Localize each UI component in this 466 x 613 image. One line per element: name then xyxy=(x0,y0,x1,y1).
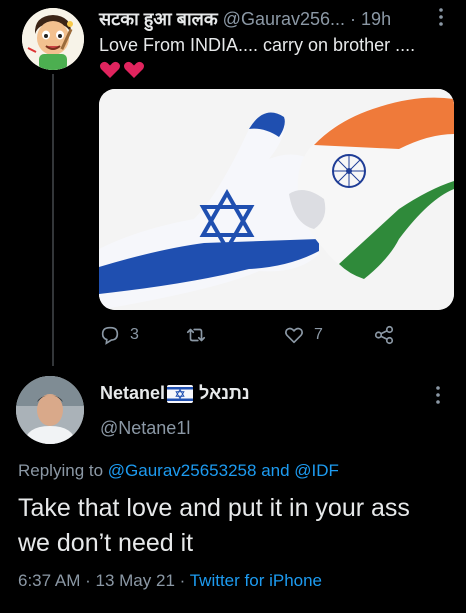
replied-tweet[interactable]: सटका हुआ बालक @Gaurav256... · 19h Love F… xyxy=(0,0,466,366)
user-handle[interactable]: @Netane1l xyxy=(100,418,190,439)
user-handle[interactable]: @Gaurav256... xyxy=(223,9,345,29)
main-tweet: Netanel נתנאל @Netane1l Replying to @Gau… xyxy=(0,366,466,613)
tweet-text: Take that love and put it in your ass we… xyxy=(18,494,410,557)
display-name[interactable]: सटका हुआ बालक xyxy=(99,9,218,29)
tweet-meta: 6:37 AM · 13 May 21 · Twitter for iPhone xyxy=(18,571,322,591)
flag-handshake-image-icon xyxy=(99,89,454,310)
tweet-text: Love From INDIA.... carry on brother ...… xyxy=(99,35,416,55)
like-count: 7 xyxy=(314,326,323,343)
display-name-hebrew: נתנאל xyxy=(199,383,250,403)
more-options-icon[interactable] xyxy=(430,384,446,406)
heart-icon xyxy=(100,61,144,78)
mention-link[interactable]: @Gaurav25653258 xyxy=(108,461,257,480)
tweet-date[interactable]: 13 May 21 xyxy=(96,571,175,590)
separator-dot: · xyxy=(85,571,91,590)
avatar[interactable] xyxy=(22,8,84,70)
heart-icon xyxy=(285,327,303,344)
mention-link[interactable]: @IDF xyxy=(294,461,339,480)
thread-connector-line xyxy=(52,74,54,366)
reply-button[interactable]: 3 xyxy=(99,322,139,348)
tweet-header: सटका हुआ बालक @Gaurav256... · 19h xyxy=(99,7,391,31)
separator-dot: · xyxy=(179,571,186,590)
display-name[interactable]: Netanel נתנאל xyxy=(100,383,250,404)
replying-to-line: Replying to @Gaurav25653258 and @IDF xyxy=(18,461,339,481)
tweet-time[interactable]: 6:37 AM xyxy=(18,571,80,590)
cartoon-boy-avatar-icon xyxy=(22,8,84,70)
share-icon xyxy=(374,325,394,345)
more-options-icon[interactable] xyxy=(433,6,449,28)
reply-count: 3 xyxy=(130,326,139,343)
retweet-icon xyxy=(186,328,206,342)
timestamp[interactable]: 19h xyxy=(361,9,391,29)
reply-icon xyxy=(101,326,119,345)
retweet-button[interactable] xyxy=(185,322,216,348)
tweet-actions: 3 7 xyxy=(99,322,439,348)
tweet-image[interactable] xyxy=(99,89,454,310)
separator-dot: · xyxy=(350,9,357,29)
replying-prefix: Replying to xyxy=(18,461,104,480)
display-name-text: Netanel xyxy=(100,383,166,403)
like-button[interactable]: 7 xyxy=(283,322,323,348)
israel-flag-icon xyxy=(167,384,194,403)
share-button[interactable] xyxy=(373,322,395,348)
profile-photo-icon xyxy=(16,376,84,444)
replying-and[interactable]: and xyxy=(261,461,289,480)
tweet-source[interactable]: Twitter for iPhone xyxy=(190,571,322,590)
avatar[interactable] xyxy=(16,376,84,444)
red-hearts-emoji xyxy=(99,60,147,80)
